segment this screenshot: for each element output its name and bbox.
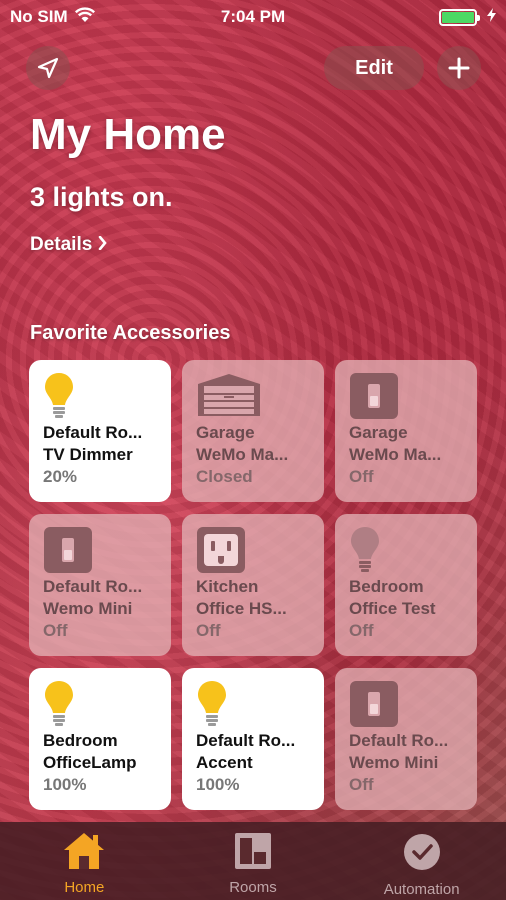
accessory-state: 100%	[43, 775, 87, 794]
accessory-state: Off	[349, 775, 374, 794]
accessory-room: Garage	[196, 423, 255, 442]
tab-bar: Home Rooms Automation	[0, 822, 506, 900]
accessory-name: Office Test	[349, 599, 436, 618]
tab-label: Automation	[383, 881, 460, 898]
details-link[interactable]: Details	[30, 234, 108, 256]
accessory-name: WeMo Ma...	[196, 445, 289, 464]
accessory-name: Accent	[196, 753, 253, 772]
accessory-tile[interactable]: Bedroom Office Test Off	[335, 514, 477, 656]
accessory-tile[interactable]: Kitchen Office HS... Off	[182, 514, 324, 656]
accessory-tile[interactable]: Default Ro... Wemo Mini Off	[335, 668, 477, 810]
accessory-state: 20%	[43, 467, 78, 486]
location-arrow-icon[interactable]	[26, 46, 70, 90]
garage-door-icon	[196, 372, 310, 422]
accessory-name: TV Dimmer	[43, 445, 133, 464]
tab-rooms[interactable]: Rooms	[178, 832, 328, 896]
accessory-tile[interactable]: Default Ro... TV Dimmer 20%	[29, 360, 171, 502]
accessory-room: Default Ro...	[43, 577, 143, 596]
accessory-grid: Default Ro... TV Dimmer 20% Garage WeMo …	[29, 360, 477, 810]
wifi-icon	[74, 6, 96, 28]
accessory-state: 100%	[196, 775, 240, 794]
accessory-name: Wemo Mini	[349, 753, 439, 772]
accessory-room: Kitchen	[196, 577, 259, 596]
edit-button[interactable]: Edit	[324, 46, 424, 90]
accessory-tile[interactable]: Bedroom OfficeLamp 100%	[29, 668, 171, 810]
status-bar: No SIM 7:04 PM	[0, 0, 506, 34]
switch-icon	[349, 680, 463, 730]
charging-bolt-icon	[487, 7, 496, 27]
accessory-tile[interactable]: Garage WeMo Ma... Closed	[182, 360, 324, 502]
accessory-state: Off	[43, 621, 68, 640]
lightbulb-icon	[196, 680, 310, 730]
accessory-name: OfficeLamp	[43, 753, 137, 772]
accessory-state: Off	[349, 621, 374, 640]
accessory-room: Bedroom	[43, 731, 118, 750]
automation-clock-icon	[402, 832, 442, 877]
details-label: Details	[30, 234, 93, 255]
carrier-label: No SIM	[10, 7, 68, 26]
favorite-accessories-heading: Favorite Accessories	[30, 322, 231, 344]
chevron-right-icon	[98, 234, 108, 256]
lightbulb-icon	[43, 680, 157, 730]
accessory-state: Off	[349, 467, 374, 486]
accessory-room: Default Ro...	[349, 731, 449, 750]
page-title: My Home	[30, 110, 226, 159]
accessory-tile[interactable]: Default Ro... Wemo Mini Off	[29, 514, 171, 656]
tab-home[interactable]: Home	[9, 832, 159, 896]
plus-icon[interactable]	[437, 46, 481, 90]
lightbulb-icon	[349, 526, 463, 576]
lightbulb-icon	[43, 372, 157, 422]
switch-icon	[43, 526, 157, 576]
tab-label: Rooms	[229, 879, 277, 896]
outlet-icon	[196, 526, 310, 576]
rooms-icon	[234, 832, 272, 875]
tab-label: Home	[64, 879, 105, 896]
accessory-room: Default Ro...	[43, 423, 143, 442]
switch-icon	[349, 372, 463, 422]
accessory-room: Garage	[349, 423, 408, 442]
accessory-name: Wemo Mini	[43, 599, 133, 618]
accessory-state: Off	[196, 621, 221, 640]
tab-automation[interactable]: Automation	[347, 832, 497, 898]
home-icon	[63, 832, 105, 875]
accessory-room: Default Ro...	[196, 731, 296, 750]
battery-icon	[439, 8, 480, 26]
accessory-tile[interactable]: Default Ro... Accent 100%	[182, 668, 324, 810]
accessory-room: Bedroom	[349, 577, 424, 596]
accessory-name: Office HS...	[196, 599, 287, 618]
home-status-summary: 3 lights on.	[30, 182, 173, 212]
accessory-state: Closed	[196, 467, 253, 486]
accessory-tile[interactable]: Garage WeMo Ma... Off	[335, 360, 477, 502]
accessory-name: WeMo Ma...	[349, 445, 442, 464]
